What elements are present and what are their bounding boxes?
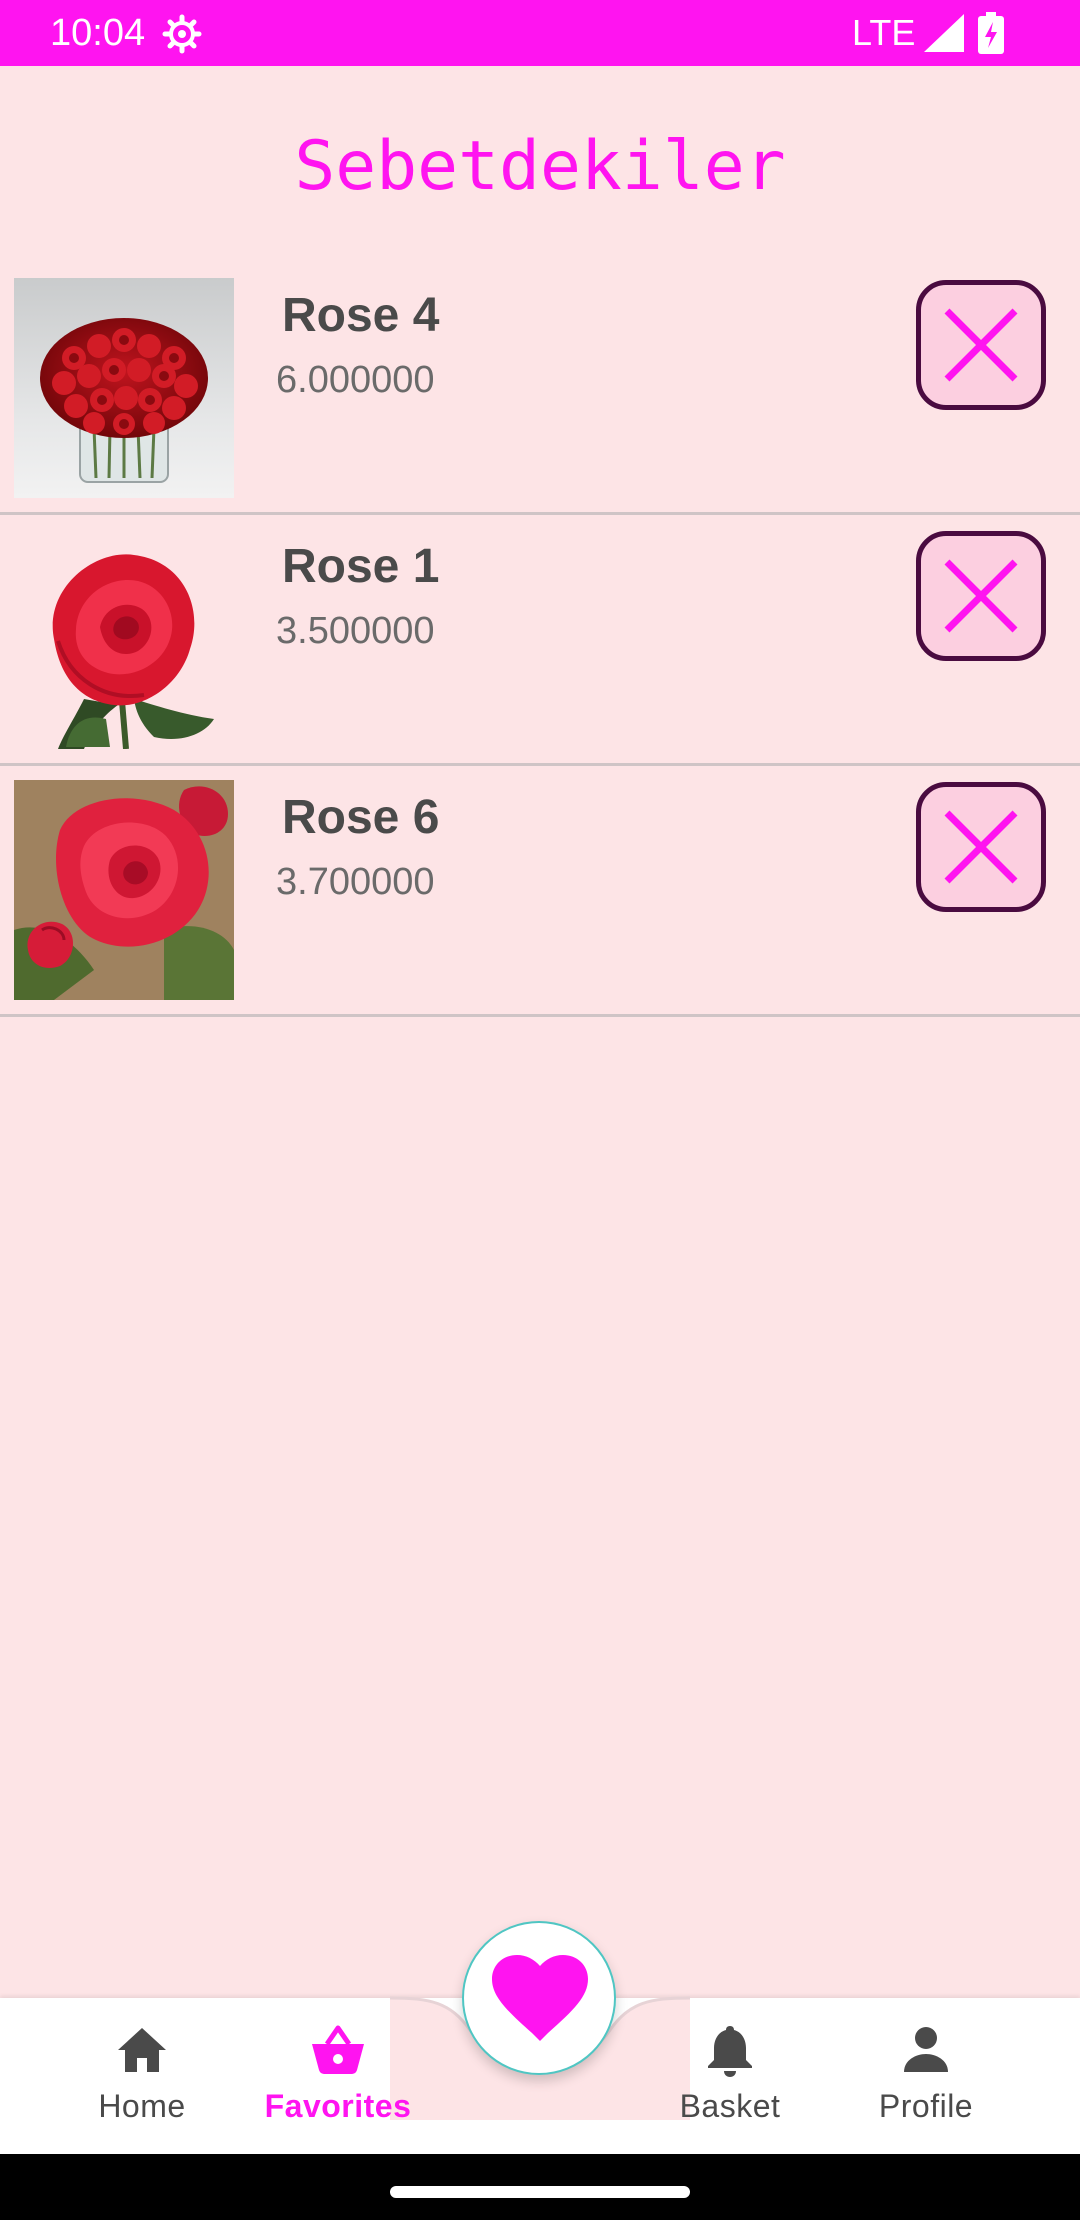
product-name: Rose 6 (282, 791, 440, 844)
cart-list: Rose 4 6.000000 Rose 1 3.500000 Rose 6 3… (0, 264, 1080, 1017)
product-price: 3.700000 (276, 861, 435, 903)
page-title: Sebetdekiler (294, 127, 786, 206)
nav-label: Basket (679, 2088, 781, 2124)
close-icon (944, 308, 1018, 382)
product-name: Rose 1 (282, 540, 440, 593)
cart-screen: 10:04 LTE Sebetdekiler Rose 4 6.000000 R… (0, 0, 1080, 2220)
cart-item[interactable]: Rose 6 3.700000 (0, 766, 1080, 1017)
nav-label: Favorites (264, 2088, 412, 2124)
status-bar: 10:04 LTE (0, 0, 1080, 66)
nav-item-home[interactable]: Home (52, 2020, 232, 2140)
close-icon (944, 559, 1018, 633)
cart-item[interactable]: Rose 4 6.000000 (0, 264, 1080, 515)
remove-button[interactable] (916, 782, 1046, 912)
signal-icon (924, 14, 964, 52)
person-icon (904, 2027, 948, 2072)
nav-item-profile[interactable]: Profile (836, 2020, 1016, 2140)
heart-icon (492, 1955, 588, 2041)
basket-icon (312, 2025, 364, 2074)
product-price: 6.000000 (276, 359, 435, 401)
favorite-fab[interactable] (462, 1921, 616, 2075)
bell-icon (708, 2026, 752, 2077)
cart-item[interactable]: Rose 1 3.500000 (0, 515, 1080, 766)
nav-item-basket[interactable]: Basket (640, 2020, 820, 2140)
nav-label: Profile (878, 2088, 974, 2124)
home-gesture-handle[interactable] (390, 2186, 690, 2198)
remove-button[interactable] (916, 280, 1046, 410)
product-image (14, 780, 234, 1000)
close-icon (944, 810, 1018, 884)
nav-item-favorites[interactable]: Favorites (248, 2020, 428, 2140)
network-type: LTE (852, 12, 916, 53)
product-price: 3.500000 (276, 610, 435, 652)
home-icon (118, 2028, 166, 2072)
settings-gear-icon (162, 14, 202, 54)
nav-label: Home (98, 2088, 186, 2124)
product-image (14, 278, 234, 498)
remove-button[interactable] (916, 531, 1046, 661)
product-image (14, 529, 234, 749)
battery-charging-icon (978, 12, 1004, 54)
product-name: Rose 4 (282, 289, 440, 342)
status-time: 10:04 (50, 12, 146, 54)
